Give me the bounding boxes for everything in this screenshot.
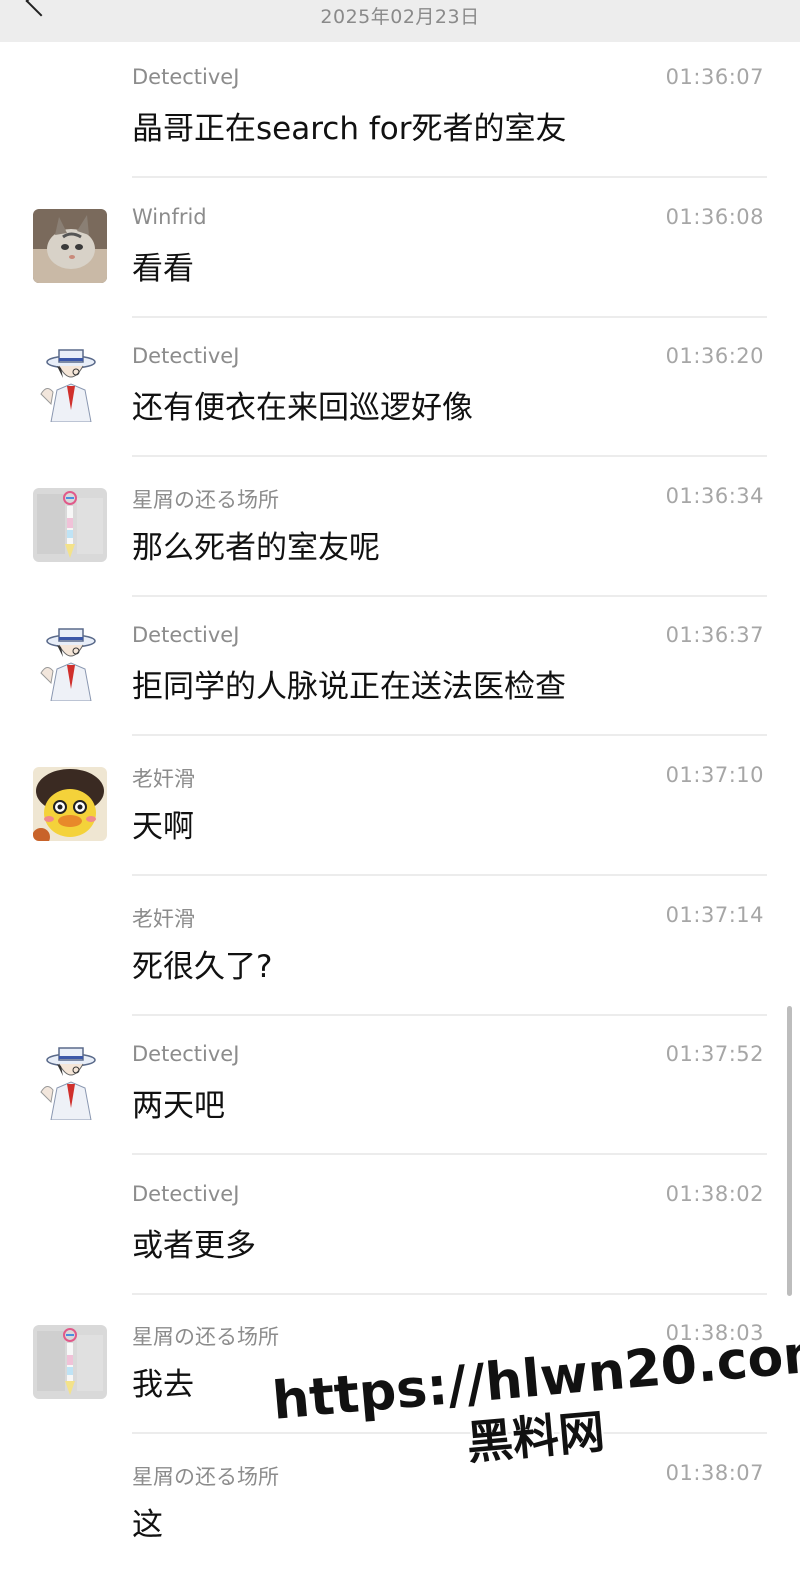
sender-name: 星屑の还る场所 xyxy=(132,488,279,512)
message-time: 01:38:02 xyxy=(665,1182,764,1206)
message-item[interactable]: DetectiveJ 01:36:20 还有便衣在来回巡逻好像 xyxy=(0,318,800,457)
message-time: 01:36:34 xyxy=(665,484,764,508)
divider xyxy=(132,734,767,736)
message-item[interactable]: DetectiveJ 01:38:02 或者更多 xyxy=(0,1156,800,1295)
avatar[interactable] xyxy=(33,488,107,562)
message-text: 那么死者的室友呢 xyxy=(132,530,380,566)
message-time: 01:36:20 xyxy=(665,344,764,368)
scrollbar[interactable] xyxy=(787,1006,792,1296)
chat-header: 2025年02月23日 xyxy=(0,0,800,42)
sender-name: 老奸滑 xyxy=(132,767,195,791)
sender-name: DetectiveJ xyxy=(132,344,240,368)
message-item[interactable]: 老奸滑 01:37:10 天啊 xyxy=(0,737,800,876)
sender-name: 星屑の还る场所 xyxy=(132,1325,279,1349)
message-time: 01:37:10 xyxy=(665,763,764,787)
message-text: 两天吧 xyxy=(132,1088,225,1124)
message-item[interactable]: 星屑の还る场所 01:36:34 那么死者的室友呢 xyxy=(0,458,800,597)
sender-name: DetectiveJ xyxy=(132,623,240,647)
avatar[interactable] xyxy=(33,767,107,841)
message-text: 看看 xyxy=(132,251,194,287)
message-time: 01:36:37 xyxy=(665,623,764,647)
message-text: 这 xyxy=(132,1507,163,1543)
message-text: 或者更多 xyxy=(132,1228,256,1264)
avatar[interactable] xyxy=(33,1046,107,1120)
divider xyxy=(132,1153,767,1155)
sender-name: 星屑の还る场所 xyxy=(132,1465,279,1489)
message-item[interactable]: DetectiveJ 01:36:37 拒同学的人脉说正在送法医检查 xyxy=(0,597,800,736)
sender-name: DetectiveJ xyxy=(132,1182,240,1206)
message-item[interactable]: Winfrid 01:36:08 看看 xyxy=(0,179,800,318)
message-item[interactable]: DetectiveJ 01:36:07 晶哥正在search for死者的室友 xyxy=(0,39,800,178)
message-time: 01:36:08 xyxy=(665,205,764,229)
message-item[interactable]: 星屑の还る场所 01:38:07 这 xyxy=(0,1435,800,1574)
message-time: 01:38:03 xyxy=(665,1321,764,1345)
message-time: 01:36:07 xyxy=(665,65,764,89)
avatar[interactable] xyxy=(33,209,107,283)
sender-name: Winfrid xyxy=(132,205,207,229)
message-text: 天啊 xyxy=(132,809,194,845)
sender-name: 老奸滑 xyxy=(132,907,195,931)
divider xyxy=(132,176,767,178)
message-time: 01:37:52 xyxy=(665,1042,764,1066)
message-text: 死很久了? xyxy=(132,949,273,985)
message-text: 还有便衣在来回巡逻好像 xyxy=(132,390,473,426)
sender-name: DetectiveJ xyxy=(132,65,240,89)
message-text: 拒同学的人脉说正在送法医检查 xyxy=(132,669,566,705)
chat-date: 2025年02月23日 xyxy=(320,6,480,28)
message-item[interactable]: 星屑の还る场所 01:38:03 我去 xyxy=(0,1295,800,1434)
avatar[interactable] xyxy=(33,627,107,701)
sender-name: DetectiveJ xyxy=(132,1042,240,1066)
avatar[interactable] xyxy=(33,348,107,422)
divider xyxy=(132,455,767,457)
divider xyxy=(132,1432,767,1434)
message-time: 01:37:14 xyxy=(665,903,764,927)
divider xyxy=(132,874,767,876)
message-time: 01:38:07 xyxy=(665,1461,764,1485)
message-text: 我去 xyxy=(132,1367,194,1403)
message-item[interactable]: 老奸滑 01:37:14 死很久了? xyxy=(0,877,800,1016)
message-text: 晶哥正在search for死者的室友 xyxy=(132,111,567,147)
message-item[interactable]: DetectiveJ 01:37:52 两天吧 xyxy=(0,1016,800,1155)
avatar[interactable] xyxy=(33,1325,107,1399)
